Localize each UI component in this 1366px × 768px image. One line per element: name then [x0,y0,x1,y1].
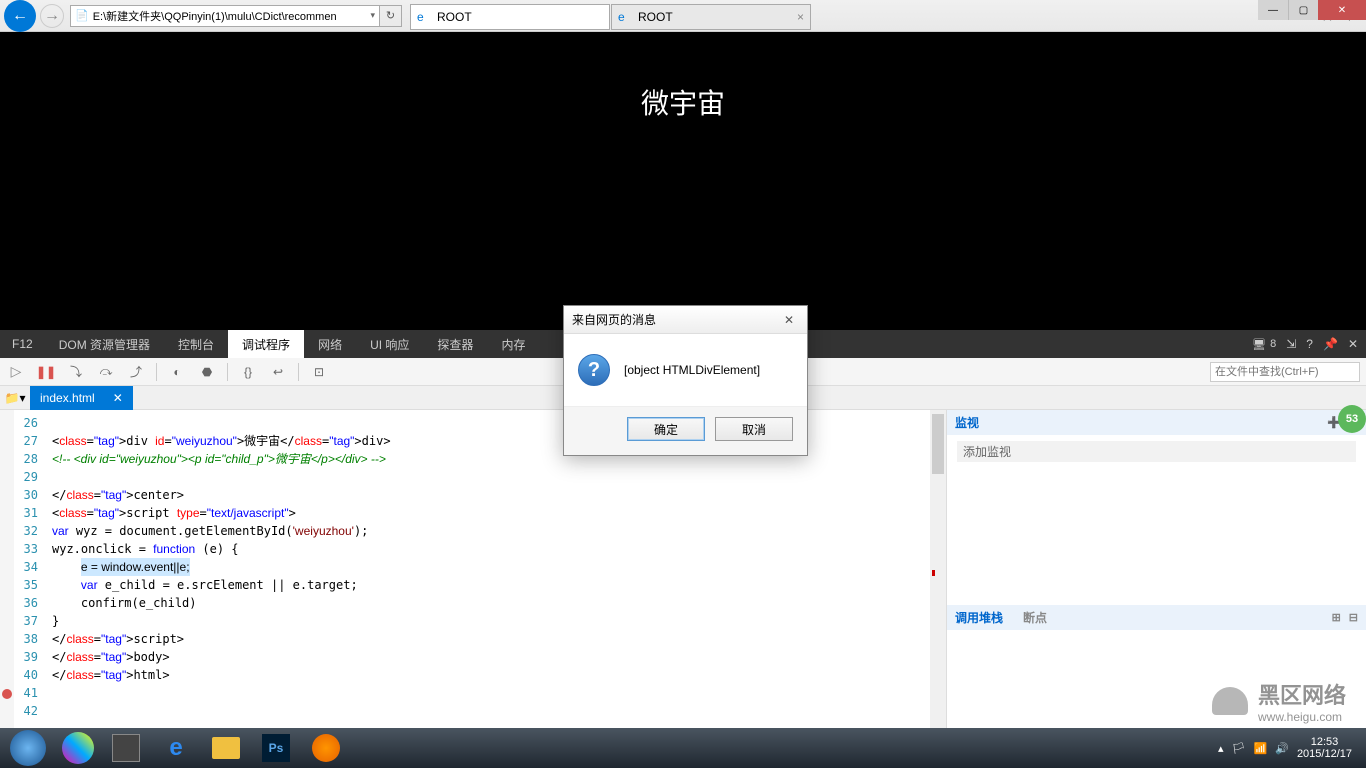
add-watch-row[interactable]: 添加监视 [957,441,1356,462]
undock-icon[interactable]: ⇲ [1286,337,1296,351]
watermark: 黑区网络 www.heigu.com [1212,678,1346,724]
nav-back-button[interactable]: ← [4,0,36,32]
step-over-button[interactable]: ⤼ [96,362,116,382]
line-numbers: 2627282930313233343536373839404142 [14,410,44,750]
address-dropdown-icon[interactable]: ▾ [370,10,375,21]
window-close-button[interactable]: ✕ [1318,0,1366,20]
callstack-label[interactable]: 调用堆栈 [955,609,1003,626]
taskbar-app-ie[interactable]: e [152,730,200,766]
taskbar-app-photoshop[interactable]: Ps [252,730,300,766]
tab-memory[interactable]: 内存 [487,330,539,358]
callstack-panel-header[interactable]: 调用堆栈 断点 ⊞ ⊟ [947,605,1366,630]
dialog-close-icon[interactable]: ✕ [779,313,799,327]
window-minimize-button[interactable]: — [1258,0,1288,20]
dialog-message: [object HTMLDivElement] [624,363,760,377]
screens-indicator[interactable]: 🖥 8 [1252,338,1276,351]
ie-icon: e [618,10,632,24]
code-editor[interactable]: 2627282930313233343536373839404142 <clas… [0,410,946,750]
tray-date[interactable]: 2015/12/17 [1297,748,1352,760]
window-maximize-button[interactable]: ▢ [1288,0,1318,20]
taskbar-app-firefox[interactable] [302,730,350,766]
page-heading[interactable]: 微宇宙 [641,82,725,330]
pause-button[interactable]: ❚❚ [36,362,56,382]
tray-volume-icon[interactable]: 🔊 [1275,742,1289,755]
just-my-code-button[interactable]: ⊡ [309,362,329,382]
tab-dom-explorer[interactable]: DOM 资源管理器 [45,330,164,358]
open-file-icon[interactable]: 📁▾ [0,391,30,405]
breakpoint-gutter[interactable] [0,410,14,750]
step-into-button[interactable]: ⤵ [66,362,86,382]
address-text: E:\新建文件夹\QQPinyin(1)\mulu\CDict\recommen [93,8,337,24]
vertical-scrollbar[interactable] [930,410,946,750]
watermark-text-1: 黑区网络 [1258,678,1346,710]
tab-title: ROOT [638,10,673,24]
f12-label: F12 [0,337,45,351]
callstack-icon-2[interactable]: ⊟ [1349,611,1358,624]
tray-network-icon[interactable]: 📶 [1254,742,1268,755]
exceptions-button[interactable]: ⬣ [197,362,217,382]
step-out-button[interactable]: ⤴ [126,362,146,382]
tab-debugger[interactable]: 调试程序 [228,330,304,358]
continue-button[interactable]: ▷ [6,362,26,382]
taskbar: e Ps ▴ 🏳 📶 🔊 12:53 2015/12/17 [0,728,1366,768]
devtools-close-icon[interactable]: ✕ [1348,337,1358,351]
page-icon: 📄 [75,9,89,22]
callstack-icon-1[interactable]: ⊞ [1332,611,1341,624]
nav-forward-button[interactable]: → [40,4,64,28]
scroll-marker [932,570,935,576]
help-icon[interactable]: ? [1306,337,1313,351]
code-content[interactable]: <class="tag">div id="weiyuzhou">微宇宙</cla… [44,410,930,750]
tab-console[interactable]: 控制台 [164,330,228,358]
system-tray[interactable]: ▴ 🏳 📶 🔊 12:53 2015/12/17 [1218,736,1362,760]
cancel-button[interactable]: 取消 [715,417,793,441]
tray-flag-icon[interactable]: 🏳 [1232,742,1246,755]
ie-icon: e [417,10,431,24]
tab-network[interactable]: 网络 [304,330,356,358]
file-tab-close-icon[interactable]: ✕ [113,391,123,405]
scroll-thumb[interactable] [932,414,944,474]
word-wrap-button[interactable]: ↩ [268,362,288,382]
file-tab-index[interactable]: index.html ✕ [30,386,133,410]
taskbar-app-explorer[interactable] [202,730,250,766]
tray-expand-icon[interactable]: ▴ [1218,742,1224,755]
browser-tab-1[interactable]: e ROOT [410,4,610,30]
watch-panel-header[interactable]: 监视 ➕ ⟳ [947,410,1366,435]
question-icon: ? [578,354,610,386]
address-bar[interactable]: 📄 E:\新建文件夹\QQPinyin(1)\mulu\CDict\recomm… [70,5,380,27]
watch-label: 监视 [955,414,979,431]
breakpoint-marker[interactable] [2,689,12,699]
break-all-button[interactable]: ◐ [167,362,187,382]
notification-badge[interactable]: 53 [1338,405,1366,433]
search-input[interactable] [1210,362,1360,382]
dialog-title-text: 来自网页的消息 [572,311,656,328]
start-button[interactable] [4,730,52,766]
browser-toolbar: ← → 📄 E:\新建文件夹\QQPinyin(1)\mulu\CDict\re… [0,0,1366,32]
format-button[interactable]: {} [238,362,258,382]
ok-button[interactable]: 确定 [627,417,705,441]
tray-time[interactable]: 12:53 [1297,736,1352,748]
pin-icon[interactable]: 📌 [1323,337,1338,351]
tab-ui-response[interactable]: UI 响应 [356,330,423,358]
browser-tab-2[interactable]: e ROOT × [611,4,811,30]
page-viewport: 微宇宙 [0,32,1366,330]
browser-tabs: e ROOT e ROOT × [410,2,812,30]
watermark-icon [1212,687,1248,715]
dialog-titlebar[interactable]: 来自网页的消息 ✕ [564,306,807,334]
tab-close-icon[interactable]: × [797,10,804,24]
refresh-button[interactable]: ↻ [380,5,402,27]
confirm-dialog: 来自网页的消息 ✕ ? [object HTMLDivElement] 确定 取… [563,305,808,456]
file-tab-label: index.html [40,391,95,405]
taskbar-app-sublime[interactable] [102,730,150,766]
watermark-text-2: www.heigu.com [1258,710,1346,724]
taskbar-app-1[interactable] [62,732,94,764]
tab-title: ROOT [437,10,472,24]
breakpoints-label[interactable]: 断点 [1023,609,1047,626]
watch-panel-body[interactable]: 添加监视 [947,435,1366,605]
tab-profiler[interactable]: 探查器 [423,330,487,358]
